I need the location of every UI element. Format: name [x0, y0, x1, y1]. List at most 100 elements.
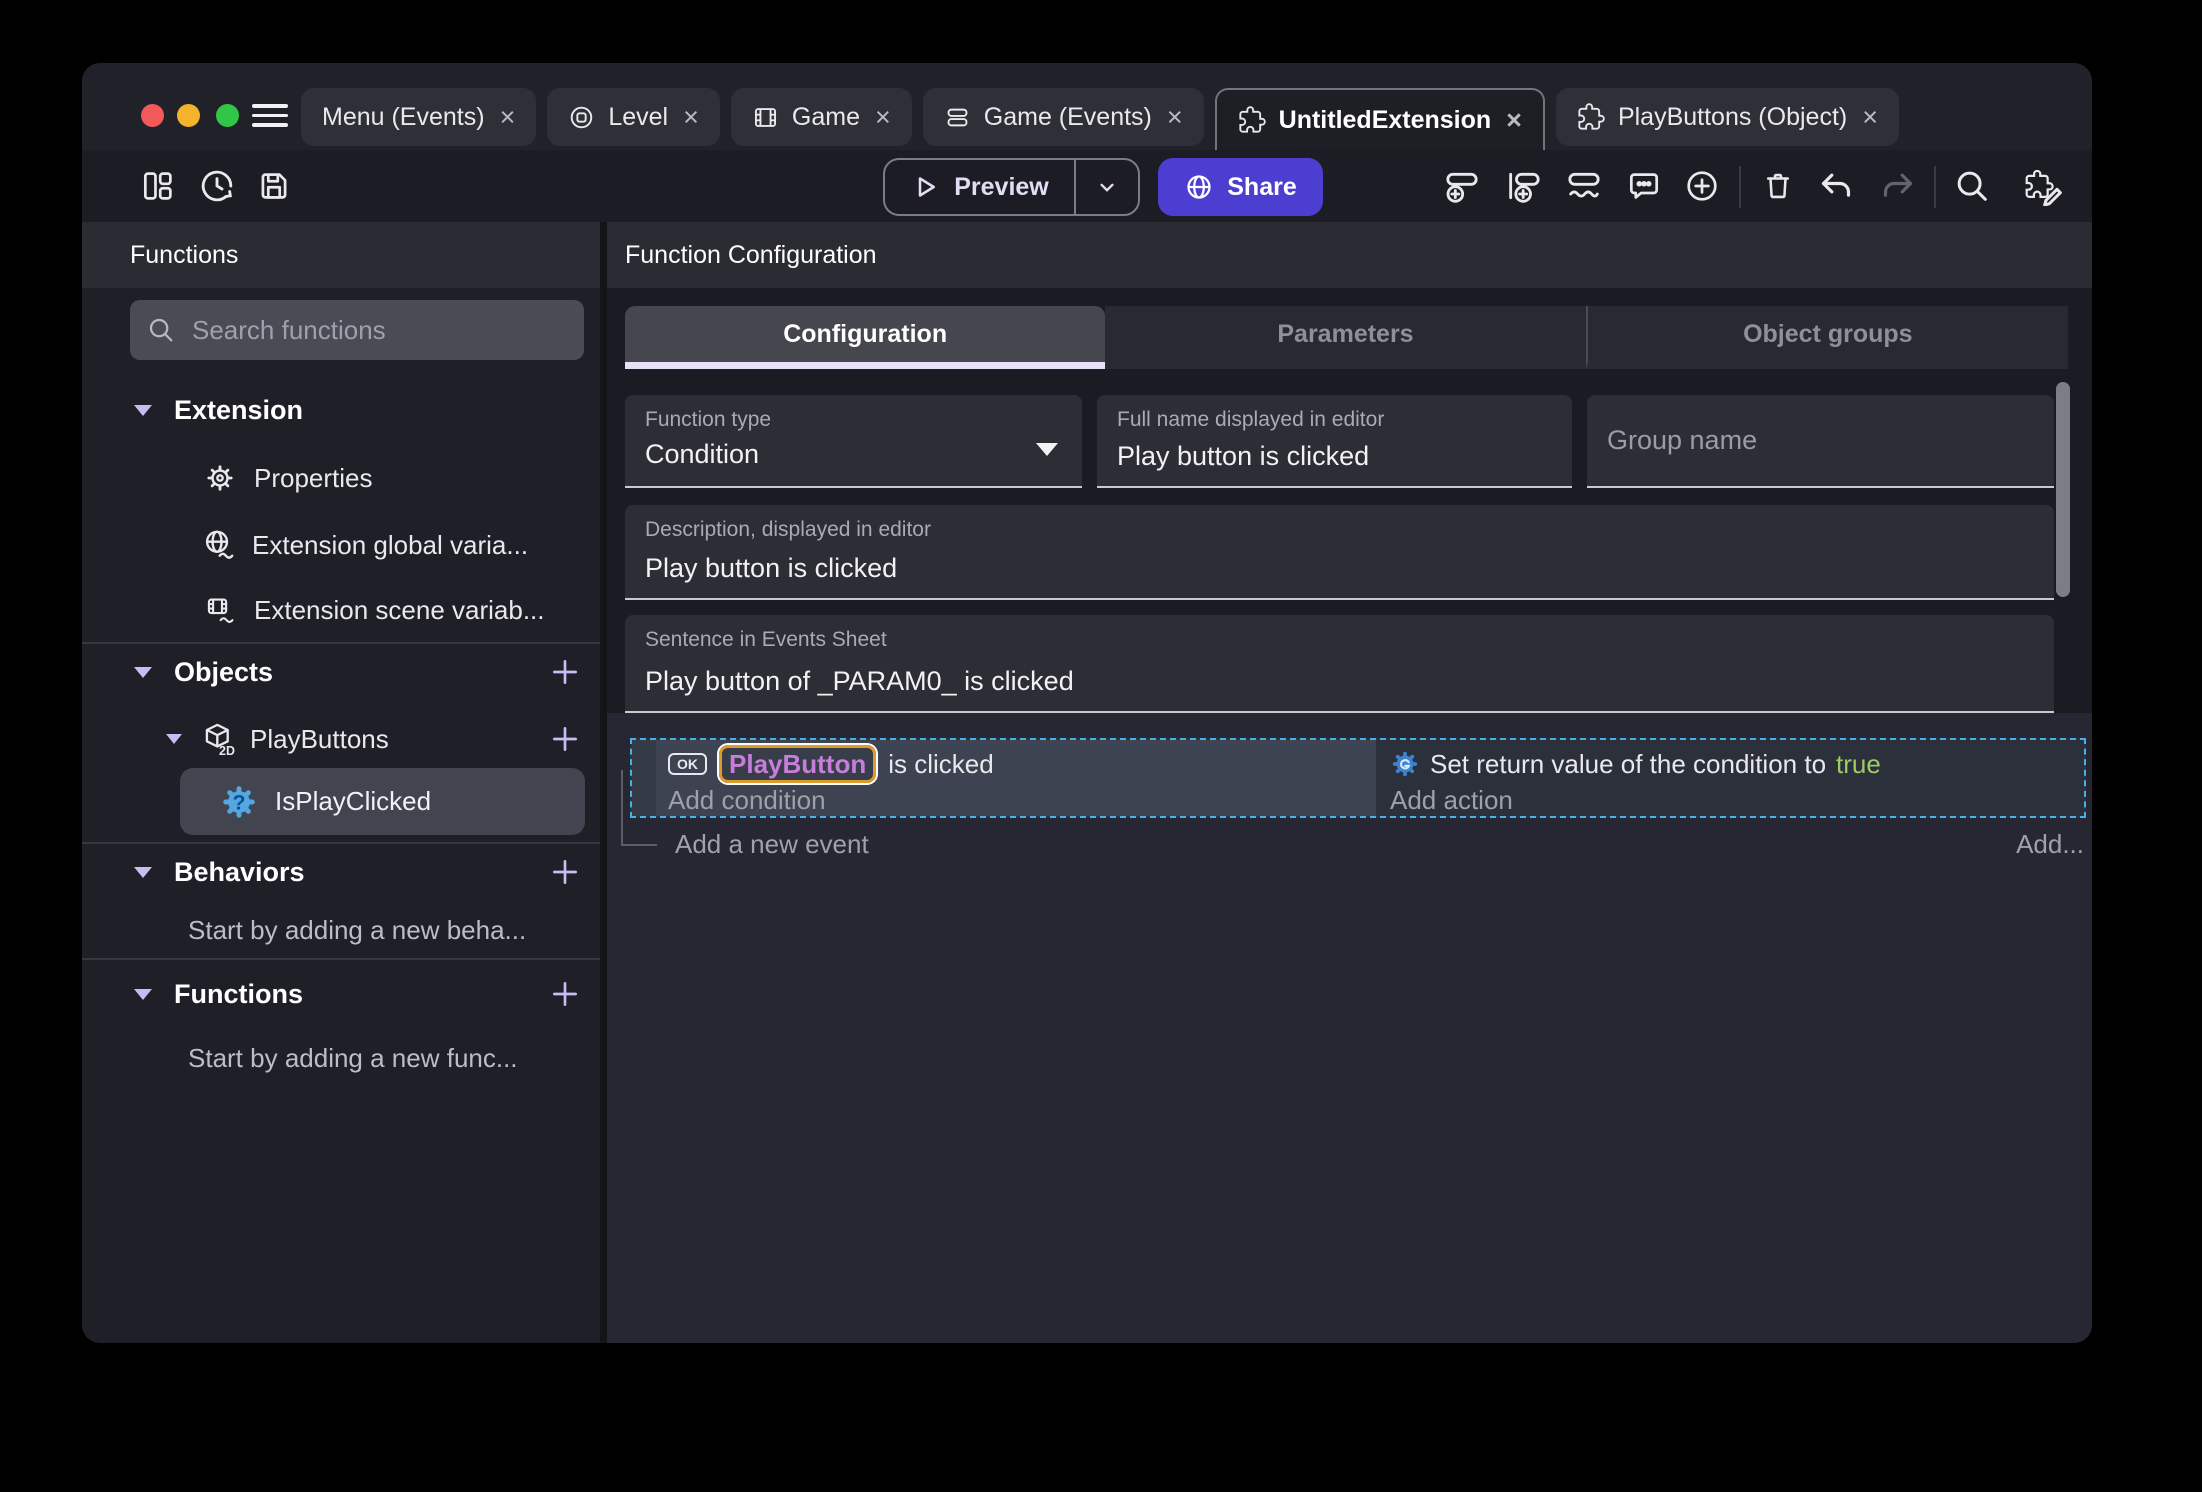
action-value[interactable]: true: [1836, 749, 1881, 780]
window-minimize-button[interactable]: [177, 104, 200, 127]
delete-button[interactable]: [1754, 150, 1802, 222]
function-type-field[interactable]: Function type Condition: [625, 395, 1082, 488]
toolbar: Preview Share: [82, 150, 2092, 222]
close-icon[interactable]: ×: [1506, 106, 1522, 134]
sentence-input[interactable]: [645, 666, 2014, 697]
chevron-down-icon[interactable]: [134, 404, 152, 416]
description-field[interactable]: Description, displayed in editor: [625, 505, 2054, 600]
group-name-field[interactable]: [1587, 395, 2054, 488]
tab-level[interactable]: Level ×: [547, 88, 720, 146]
section-label: Objects: [174, 656, 274, 687]
tab-game-events[interactable]: Game (Events) ×: [922, 88, 1204, 146]
edit-extension-button[interactable]: [2019, 150, 2067, 222]
toolbar-divider: [1934, 166, 1936, 208]
sidebar-header: Functions: [82, 222, 600, 288]
event-row-selected[interactable]: OK PlayButton is clicked Add condition S…: [630, 738, 2086, 818]
globe-icon: [1187, 175, 1211, 199]
add-other-event-button[interactable]: [1560, 150, 1608, 222]
tab-object-groups[interactable]: Object groups: [1585, 306, 2068, 369]
close-icon[interactable]: ×: [875, 103, 891, 131]
sidebar-item-properties[interactable]: Properties: [82, 456, 600, 500]
conditions-column[interactable]: OK PlayButton is clicked Add condition: [632, 740, 1376, 816]
add-new-event-link[interactable]: Add a new event: [675, 829, 869, 860]
search-button[interactable]: [1948, 150, 1996, 222]
add-subevent-button[interactable]: [1500, 150, 1548, 222]
add-more-button[interactable]: [1678, 150, 1726, 222]
tab-playbuttons-object[interactable]: PlayButtons (Object) ×: [1555, 88, 1899, 146]
add-object-button[interactable]: [548, 655, 582, 689]
group-name-input[interactable]: [1607, 395, 2024, 486]
preview-button-main[interactable]: Preview: [885, 160, 1074, 214]
layout-panels-button[interactable]: [134, 150, 182, 222]
object-2d-cube-icon: 2D: [200, 721, 236, 757]
add-behavior-button[interactable]: [548, 855, 582, 889]
share-button[interactable]: Share: [1158, 158, 1323, 216]
window-close-button[interactable]: [141, 104, 164, 127]
add-function-to-object-button[interactable]: [548, 722, 582, 756]
tab-untitled-extension[interactable]: UntitledExtension ×: [1214, 88, 1545, 150]
tree-item-playbuttons[interactable]: 2D PlayButtons: [82, 717, 600, 761]
actions-column[interactable]: Set return value of the condition to tru…: [1376, 740, 2084, 816]
sidebar-divider: [82, 642, 600, 644]
tab-bar: Menu (Events) × Level × Game × Game (Eve…: [82, 63, 2092, 150]
add-other-event-icon: [1568, 172, 1600, 198]
tab-label: Level: [608, 102, 669, 131]
add-event-icon: [1446, 172, 1478, 203]
tab-menu-events[interactable]: Menu (Events) ×: [301, 88, 537, 146]
add-action-link[interactable]: Add action: [1390, 785, 2084, 816]
add-condition-link[interactable]: Add condition: [668, 785, 1376, 816]
redo-icon: [1883, 173, 1913, 197]
add-comment-button[interactable]: [1620, 150, 1668, 222]
function-type-value: Condition: [645, 439, 760, 469]
add-more-link[interactable]: Add...: [2016, 829, 2084, 860]
chevron-down-icon[interactable]: [166, 734, 182, 744]
tab-label: PlayButtons (Object): [1617, 102, 1848, 131]
preview-dropdown-button[interactable]: [1074, 160, 1138, 214]
vertical-scrollbar[interactable]: [2056, 382, 2070, 597]
events-sheet-icon: [944, 104, 971, 131]
preview-label: Preview: [954, 172, 1049, 201]
chevron-down-icon[interactable]: [134, 866, 152, 878]
tab-game[interactable]: Game ×: [730, 88, 912, 146]
sidebar-item-extension-global-variables[interactable]: Extension global varia...: [82, 523, 600, 567]
circle-plus-icon: [1687, 171, 1717, 201]
tab-parameters[interactable]: Parameters: [1105, 306, 1586, 369]
configuration-tabs: Configuration Parameters Object groups: [625, 306, 2068, 369]
sidebar-item-extension-scene-variables[interactable]: Extension scene variab...: [82, 588, 600, 632]
section-extension[interactable]: Extension: [82, 388, 600, 432]
condition-object-chip[interactable]: PlayButton: [719, 745, 877, 783]
section-functions[interactable]: Functions: [82, 972, 600, 1016]
save-button[interactable]: [250, 150, 298, 222]
close-icon[interactable]: ×: [683, 103, 699, 131]
hamburger-menu-icon[interactable]: [252, 104, 288, 127]
full-name-input[interactable]: [1117, 441, 1532, 472]
add-event-button[interactable]: [1438, 150, 1486, 222]
search-box[interactable]: [130, 300, 584, 360]
description-input[interactable]: [645, 553, 2014, 584]
field-label: Description, displayed in editor: [645, 518, 931, 541]
tab-configuration[interactable]: Configuration: [625, 306, 1106, 369]
section-behaviors[interactable]: Behaviors: [82, 850, 600, 894]
undo-button[interactable]: [1812, 150, 1860, 222]
editor-tabs: Menu (Events) × Level × Game × Game (Eve…: [301, 88, 2086, 150]
sentence-field[interactable]: Sentence in Events Sheet: [625, 615, 2054, 713]
chevron-down-icon[interactable]: [134, 988, 152, 1000]
redo-button[interactable]: [1874, 150, 1922, 222]
close-icon[interactable]: ×: [1167, 103, 1183, 131]
chevron-down-icon[interactable]: [134, 666, 152, 678]
add-free-function-button[interactable]: [548, 977, 582, 1011]
gear-icon: [204, 462, 236, 494]
full-name-field[interactable]: Full name displayed in editor: [1097, 395, 1572, 488]
close-icon[interactable]: ×: [1862, 103, 1878, 131]
window-zoom-button[interactable]: [216, 104, 239, 127]
search-functions-input[interactable]: [190, 313, 568, 347]
action-text: Set return value of the condition to: [1430, 748, 1827, 779]
history-button[interactable]: [193, 150, 241, 222]
search-icon: [149, 318, 173, 342]
close-icon[interactable]: ×: [500, 103, 516, 131]
item-label: PlayButtons: [250, 723, 389, 754]
tree-item-isplayclicked-selected[interactable]: ? IsPlayClicked: [180, 768, 585, 835]
section-objects[interactable]: Objects: [82, 650, 600, 694]
preview-button[interactable]: Preview: [883, 158, 1140, 216]
tab-label: Game: [791, 102, 860, 131]
